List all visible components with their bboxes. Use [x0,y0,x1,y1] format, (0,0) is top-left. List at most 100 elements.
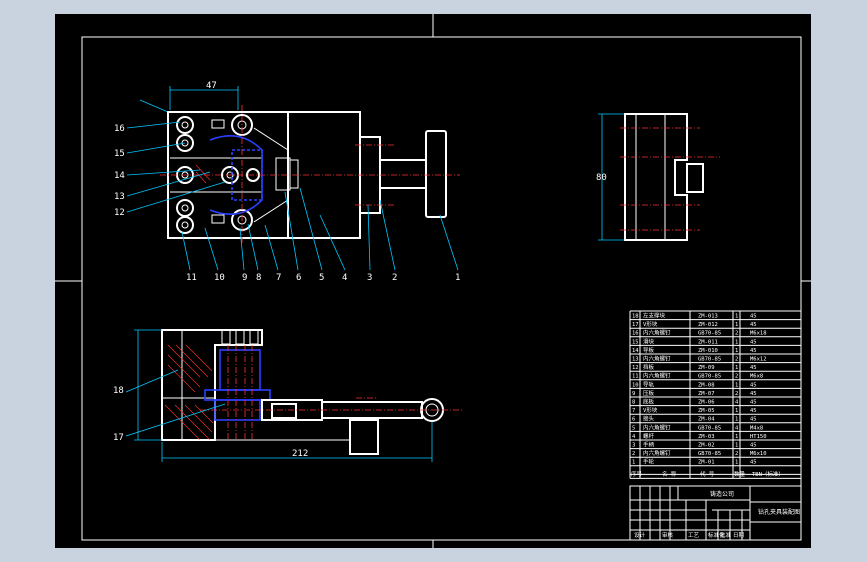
bom-cell-name: 内六角螺钉 [643,449,671,457]
bom-cell-name: 接头 [643,415,655,423]
bom-cell-qty: 1 [735,348,738,354]
bom-cell-no: 9 [632,391,635,397]
bom-cell-qty: 2 [735,374,738,380]
part-label: 2 [392,273,397,283]
bom-cell-code: GB70-85 [698,374,721,380]
bom-cell-no: 15 [632,339,639,345]
bom-cell-no: 12 [632,365,639,371]
bom-cell-material: HT150 [750,434,767,440]
bom-cell-name: 导轨 [643,380,655,388]
bom-cell-material: 45 [750,348,757,354]
bom-cell-material: 45 [750,460,757,466]
bom-cell-name: 内六角螺钉 [643,372,671,380]
bom-cell-no: 6 [632,417,635,423]
bom-cell-no: 2 [632,451,635,457]
bom-cell-qty: 2 [735,391,738,397]
bom-cell-material: 45 [750,391,757,397]
part-label: 15 [114,149,125,159]
footer-label: 工艺 [688,532,700,539]
bom-cell-material: 45 [750,322,757,328]
bom-cell-material: M6x10 [750,451,767,457]
part-label: 12 [114,208,125,218]
bom-cell-qty: 1 [735,339,738,345]
footer-label: 设计 [634,531,646,539]
bom-cell-code: ZM-07 [698,391,715,397]
part-label: 13 [114,192,125,202]
bom-cell-no: 3 [632,443,635,449]
bom-cell-qty: 1 [735,408,738,414]
bom-cell-name: 底板 [643,398,655,406]
bom-cell-code: ZM-05 [698,408,715,414]
bom-cell-material: 45 [750,339,757,345]
bom-cell-code: ZM-011 [698,339,718,345]
bom-cell-name: 手轮 [643,458,655,466]
bom-cell-name: V形块 [643,406,658,414]
bom-cell-no: 14 [632,348,639,354]
bom-cell-no: 1 [632,460,635,466]
bom-cell-qty: 2 [735,451,738,457]
part-label: 9 [242,273,247,283]
part-label: 7 [276,273,281,283]
bom-cell-name: V形块 [643,320,658,328]
company-name: 铸造公司 [710,490,734,498]
bom-cell-no: 8 [632,400,635,406]
bom-cell-code: ZM-04 [698,417,715,423]
bom-cell-qty: 1 [735,417,738,423]
bom-cell-code: ZM-01 [698,460,715,466]
bom-cell-name: 滑块 [643,337,655,345]
bom-cell-name: 螺杆 [643,432,655,440]
bom-cell-code: GB70-85 [698,357,721,363]
bom-header-qty: 数量 [734,470,746,478]
part-label: 1 [455,273,460,283]
drawing-canvas[interactable]: 47 16 15 14 13 12 11 10 9 8 7 6 5 4 3 2 … [0,0,867,562]
drawing-title: 钻孔夹具装配图 [758,508,800,516]
bom-cell-no: 11 [632,374,639,380]
footer-label: 审核 [662,531,674,539]
bom-cell-name: 左支撑块 [643,312,666,320]
bom-cell-material: 45 [750,443,757,449]
bom-cell-no: 18 [632,314,639,320]
bom-cell-qty: 1 [735,443,738,449]
bom-cell-code: ZM-012 [698,322,718,328]
bom-cell-no: 10 [632,382,639,388]
part-label: 11 [186,273,197,283]
bom-cell-code: ZM-09 [698,365,715,371]
part-label: 6 [296,273,301,283]
bom-cell-name: 内六角螺钉 [643,423,671,431]
drawing-sheet [55,14,811,548]
bom-cell-qty: 2 [735,357,738,363]
bom-cell-no: 7 [632,408,635,414]
part-label: 8 [256,273,261,283]
bom-cell-qty: 1 [735,314,738,320]
part-label: 18 [113,386,124,396]
bom-cell-qty: 1 [735,382,738,388]
bom-cell-code: ZM-02 [698,443,715,449]
bom-cell-code: ZM-010 [698,348,718,354]
bom-header-no: 序号 [631,470,643,478]
bom-cell-material: 45 [750,382,757,388]
bom-cell-name: 内六角螺钉 [643,355,671,363]
part-label: 16 [114,124,125,134]
bom-cell-code: ZM-08 [698,382,715,388]
bom-cell-no: 16 [632,331,639,337]
bom-cell-name: 挡板 [643,363,655,371]
bom-cell-qty: 1 [735,434,738,440]
bom-cell-qty: 1 [735,460,738,466]
part-label: 5 [319,273,324,283]
front-length-value: 212 [292,449,308,459]
bom-cell-code: GB70-85 [698,425,721,431]
part-label: 10 [214,273,225,283]
bom-cell-name: 内六角螺钉 [643,329,671,337]
bom-cell-material: 45 [750,365,757,371]
bom-cell-name: 导板 [643,346,655,354]
bom-cell-qty: 1 [735,322,738,328]
cad-viewport[interactable]: 47 16 15 14 13 12 11 10 9 8 7 6 5 4 3 2 … [0,0,867,562]
bom-cell-name: 压板 [643,389,655,397]
bom-header-material: TBN（标准） [752,470,784,478]
bom-cell-material: 45 [750,417,757,423]
bom-cell-code: ZM-03 [698,434,715,440]
bom-cell-code: GB70-85 [698,331,721,337]
bom-cell-no: 17 [632,322,639,328]
bom-cell-material: 45 [750,314,757,320]
part-label: 4 [342,273,347,283]
